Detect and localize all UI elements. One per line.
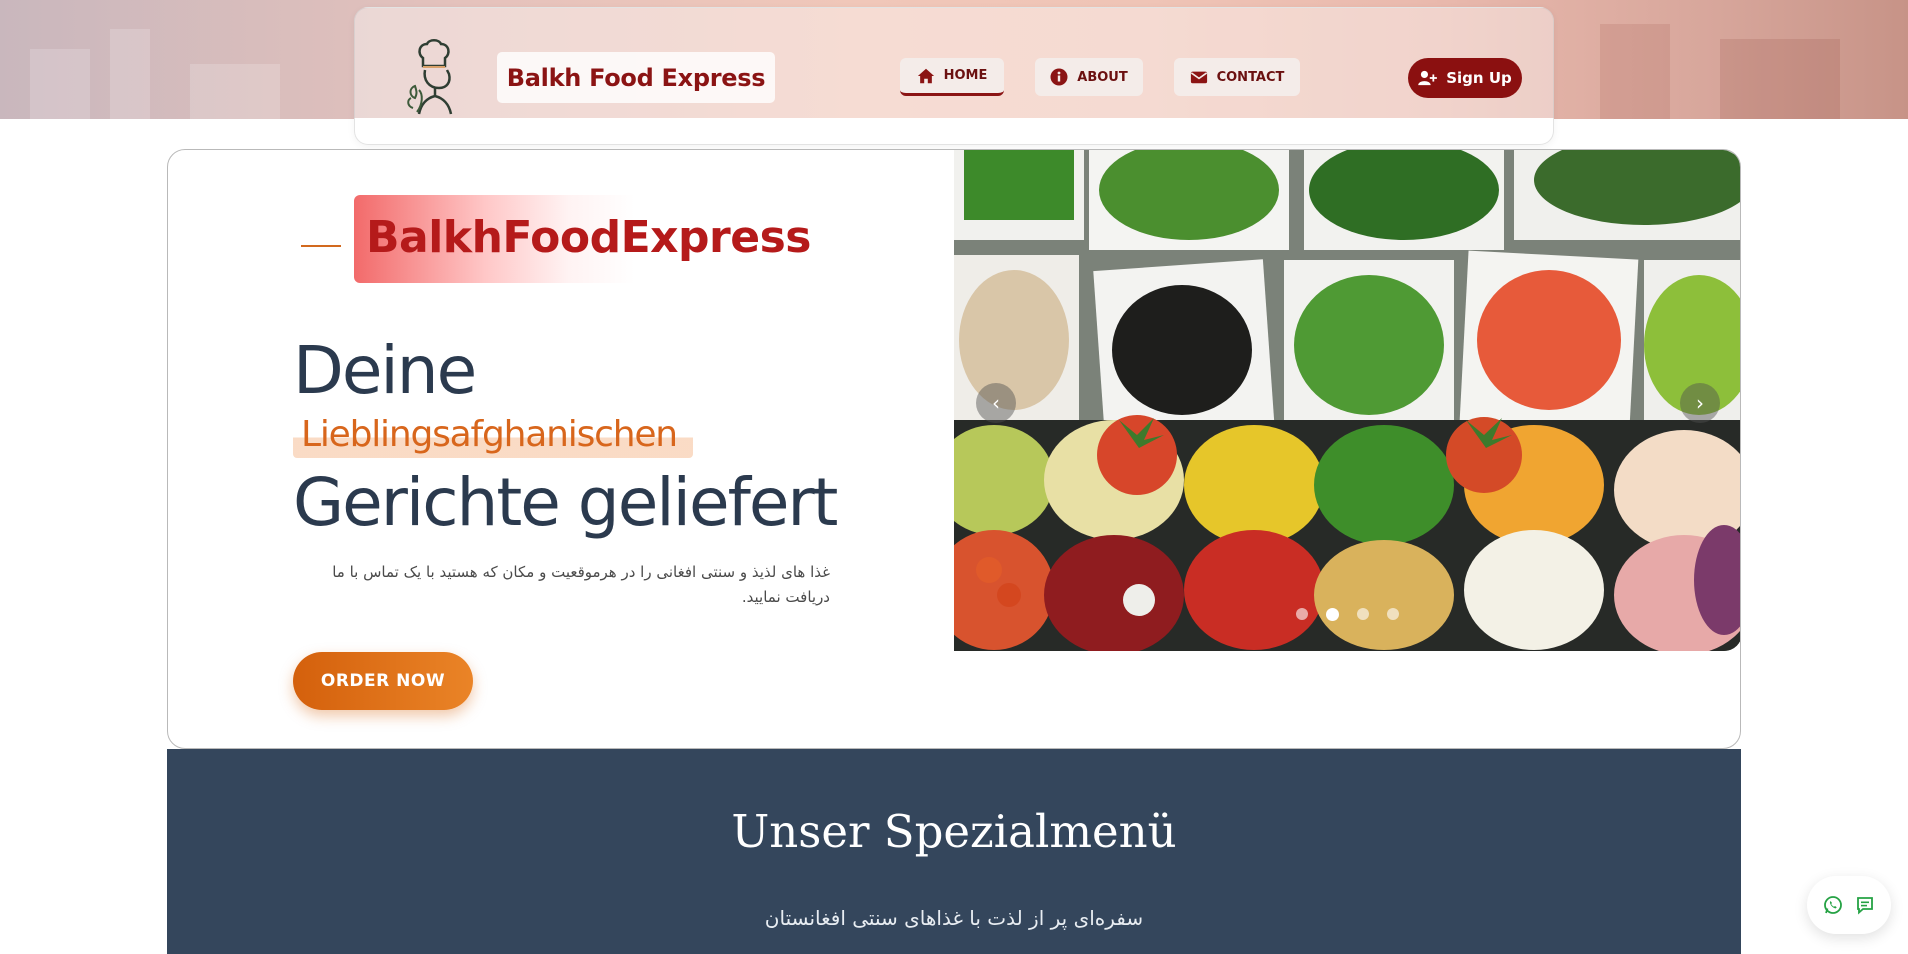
- carousel-dot[interactable]: [1387, 608, 1399, 620]
- chef-logo-icon[interactable]: [405, 38, 467, 116]
- salad-bar-image: [954, 150, 1740, 651]
- hero-section: BalkhFoodExpress Deine Lieblingsafghanis…: [167, 149, 1741, 749]
- headline-line-3: Gerichte geliefert: [293, 464, 838, 541]
- nav-home-label: HOME: [943, 68, 988, 83]
- brand-tag-dash: [301, 245, 341, 247]
- nav-contact-label: CONTACT: [1216, 69, 1285, 85]
- nav-home[interactable]: HOME: [900, 58, 1004, 96]
- home-icon: [917, 68, 934, 83]
- site-header: Balkh Food Express HOME ABOUT CONTACT Si…: [354, 7, 1554, 145]
- menu-subtitle: سفره‌ای پر از لذت با غذاهای سنتی افغانست…: [764, 906, 1144, 930]
- carousel-dot-active[interactable]: [1326, 608, 1339, 621]
- food-carousel[interactable]: ‹ ›: [954, 150, 1740, 651]
- nav-about-label: ABOUT: [1077, 69, 1128, 85]
- add-user-icon: [1418, 70, 1438, 86]
- brand-tag: BalkhFoodExpress: [366, 212, 811, 263]
- special-menu-section: Unser Spezialmenü سفره‌ای پر از لذت با غ…: [167, 749, 1741, 954]
- nav-contact[interactable]: CONTACT: [1174, 58, 1300, 96]
- carousel-indicators: [1296, 608, 1399, 621]
- brand-name[interactable]: Balkh Food Express: [497, 52, 775, 103]
- order-now-button[interactable]: ORDER NOW: [293, 652, 473, 710]
- sign-up-button[interactable]: Sign Up: [1408, 58, 1522, 98]
- carousel-prev-button[interactable]: ‹: [976, 383, 1016, 423]
- sign-up-label: Sign Up: [1446, 69, 1512, 87]
- menu-title: Unser Spezialmenü: [731, 805, 1177, 858]
- message-icon[interactable]: [1855, 895, 1875, 915]
- carousel-dot[interactable]: [1296, 608, 1308, 620]
- nav-about[interactable]: ABOUT: [1035, 58, 1143, 96]
- carousel-dot[interactable]: [1357, 608, 1369, 620]
- carousel-next-button[interactable]: ›: [1680, 383, 1720, 423]
- whatsapp-icon[interactable]: [1823, 895, 1843, 915]
- hero-description: غذا های لذیذ و سنتی افغانی را در هرموقعی…: [332, 563, 830, 606]
- envelope-icon: [1190, 71, 1207, 84]
- contact-widget[interactable]: [1807, 876, 1891, 934]
- info-icon: [1050, 68, 1068, 86]
- headline-line-2: Lieblingsafghanischen: [301, 414, 678, 455]
- headline-line-1: Deine: [293, 332, 477, 409]
